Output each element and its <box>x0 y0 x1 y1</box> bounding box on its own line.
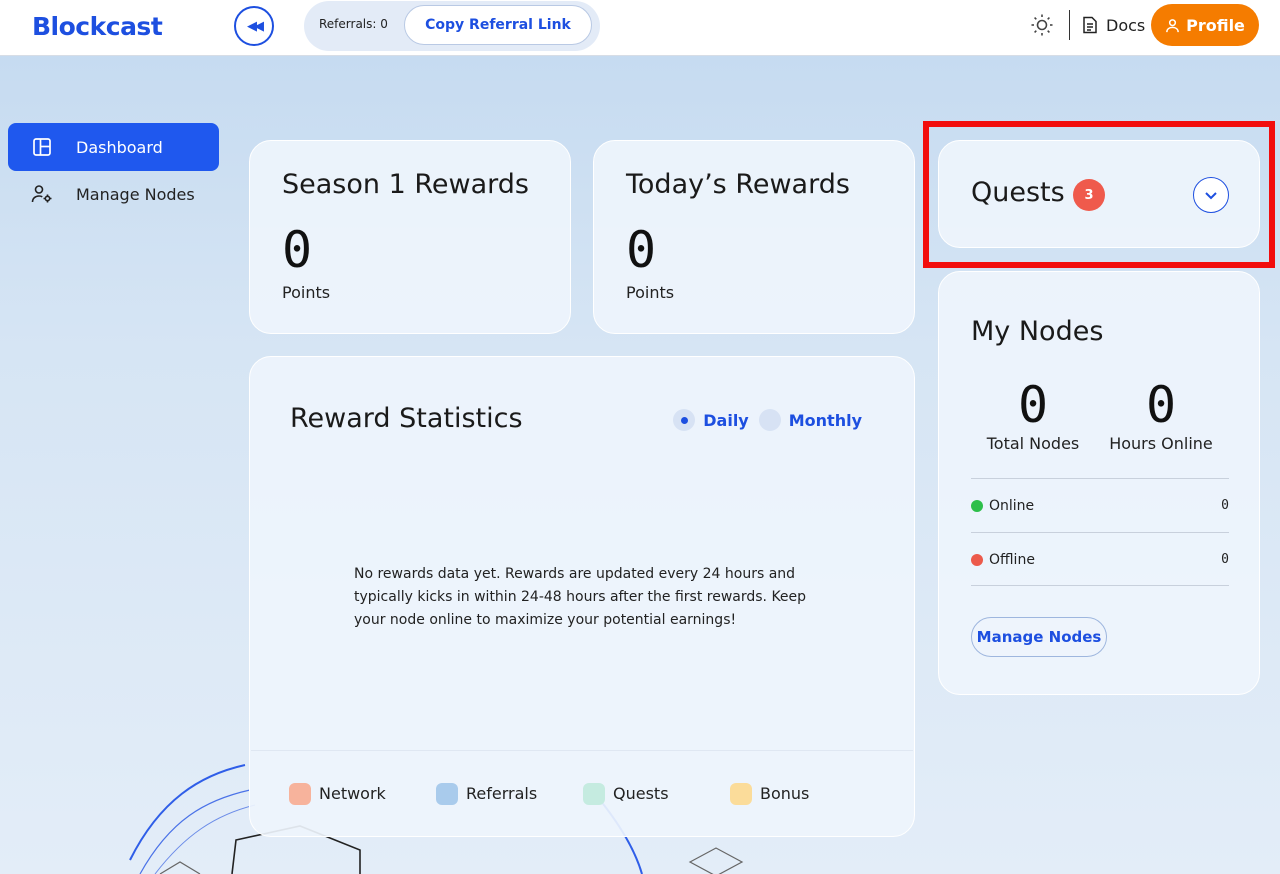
total-nodes-stat: 0 Total Nodes <box>973 380 1093 453</box>
daily-radio[interactable]: Daily <box>673 409 749 431</box>
header-divider <box>1069 10 1070 40</box>
today-rewards-card: Today’s Rewards 0 Points <box>593 140 915 334</box>
period-toggle: Daily Monthly <box>673 409 862 431</box>
online-status-dot <box>971 499 983 512</box>
chart-legend: Network Referrals Quests Bonus <box>251 750 913 836</box>
sidebar-item-label: Dashboard <box>76 137 163 157</box>
profile-label: Profile <box>1186 15 1245 35</box>
my-nodes-card: My Nodes 0 Total Nodes 0 Hours Online On… <box>938 271 1260 695</box>
legend-item-quests: Quests <box>583 782 730 805</box>
profile-button[interactable]: Profile <box>1151 4 1259 46</box>
legend-swatch <box>436 782 458 805</box>
legend-item-bonus: Bonus <box>730 782 877 805</box>
collapse-sidebar-button[interactable]: ◀◀ <box>234 6 274 46</box>
total-nodes-label: Total Nodes <box>986 434 1080 453</box>
status-value: 0 <box>1221 498 1229 513</box>
legend-swatch <box>730 782 752 805</box>
docs-label: Docs <box>1106 15 1146 35</box>
hours-online-stat: 0 Hours Online <box>1101 380 1221 453</box>
user-gear-icon <box>8 184 76 204</box>
manage-nodes-button[interactable]: Manage Nodes <box>971 617 1107 657</box>
docs-link[interactable]: Docs <box>1082 15 1145 35</box>
monthly-label: Monthly <box>788 410 862 430</box>
total-nodes-value: 0 <box>1017 376 1049 434</box>
status-label: Offline <box>989 551 1035 568</box>
today-rewards-value: 0 <box>626 221 657 279</box>
sidebar-item-dashboard[interactable]: Dashboard <box>8 123 219 171</box>
theme-toggle-sun-icon[interactable] <box>1030 13 1054 37</box>
user-icon <box>1166 18 1179 32</box>
divider <box>971 585 1229 586</box>
status-row-online: Online 0 <box>971 478 1229 532</box>
double-chevron-left-icon: ◀◀ <box>247 18 264 34</box>
daily-label: Daily <box>703 410 749 430</box>
my-nodes-title: My Nodes <box>971 316 1104 347</box>
copy-referral-link-button[interactable]: Copy Referral Link <box>404 5 592 45</box>
sidebar-item-label: Manage Nodes <box>76 184 195 204</box>
legend-label: Network <box>319 784 386 803</box>
status-row-offline: Offline 0 <box>971 532 1229 586</box>
radio-unselected-icon <box>758 409 781 431</box>
dashboard-icon <box>8 137 76 157</box>
today-rewards-unit: Points <box>626 283 675 302</box>
logo[interactable]: Blockcast <box>32 12 163 41</box>
top-bar: Blockcast ◀◀ Referrals: 0 Copy Referral … <box>0 0 1280 56</box>
no-rewards-message: No rewards data yet. Rewards are updated… <box>354 566 807 628</box>
today-rewards-title: Today’s Rewards <box>626 169 850 200</box>
legend-label: Referrals <box>466 784 538 803</box>
status-value: 0 <box>1221 552 1229 567</box>
hours-online-value: 0 <box>1145 376 1177 434</box>
reward-statistics-card: Reward Statistics Daily Monthly No rewar… <box>249 356 915 837</box>
legend-label: Quests <box>613 784 669 803</box>
offline-status-dot <box>971 553 983 566</box>
season-rewards-value: 0 <box>282 221 313 279</box>
legend-swatch <box>583 782 605 805</box>
hours-online-label: Hours Online <box>1109 434 1213 453</box>
legend-item-referrals: Referrals <box>436 782 583 805</box>
radio-selected-icon <box>673 409 696 431</box>
quests-highlight-box <box>923 121 1275 268</box>
reward-statistics-title: Reward Statistics <box>290 403 523 434</box>
referrals-count: Referrals: 0 <box>319 17 388 31</box>
season-rewards-unit: Points <box>282 283 331 302</box>
document-icon <box>1083 16 1097 34</box>
legend-swatch <box>289 782 311 805</box>
monthly-radio[interactable]: Monthly <box>758 409 862 431</box>
referral-pill: Referrals: 0 Copy Referral Link <box>304 1 600 51</box>
season-rewards-title: Season 1 Rewards <box>282 169 529 200</box>
legend-label: Bonus <box>760 784 810 803</box>
season-rewards-card: Season 1 Rewards 0 Points <box>249 140 571 334</box>
legend-item-network: Network <box>289 782 436 805</box>
status-label: Online <box>989 497 1035 514</box>
sidebar-item-manage-nodes[interactable]: Manage Nodes <box>8 170 219 218</box>
